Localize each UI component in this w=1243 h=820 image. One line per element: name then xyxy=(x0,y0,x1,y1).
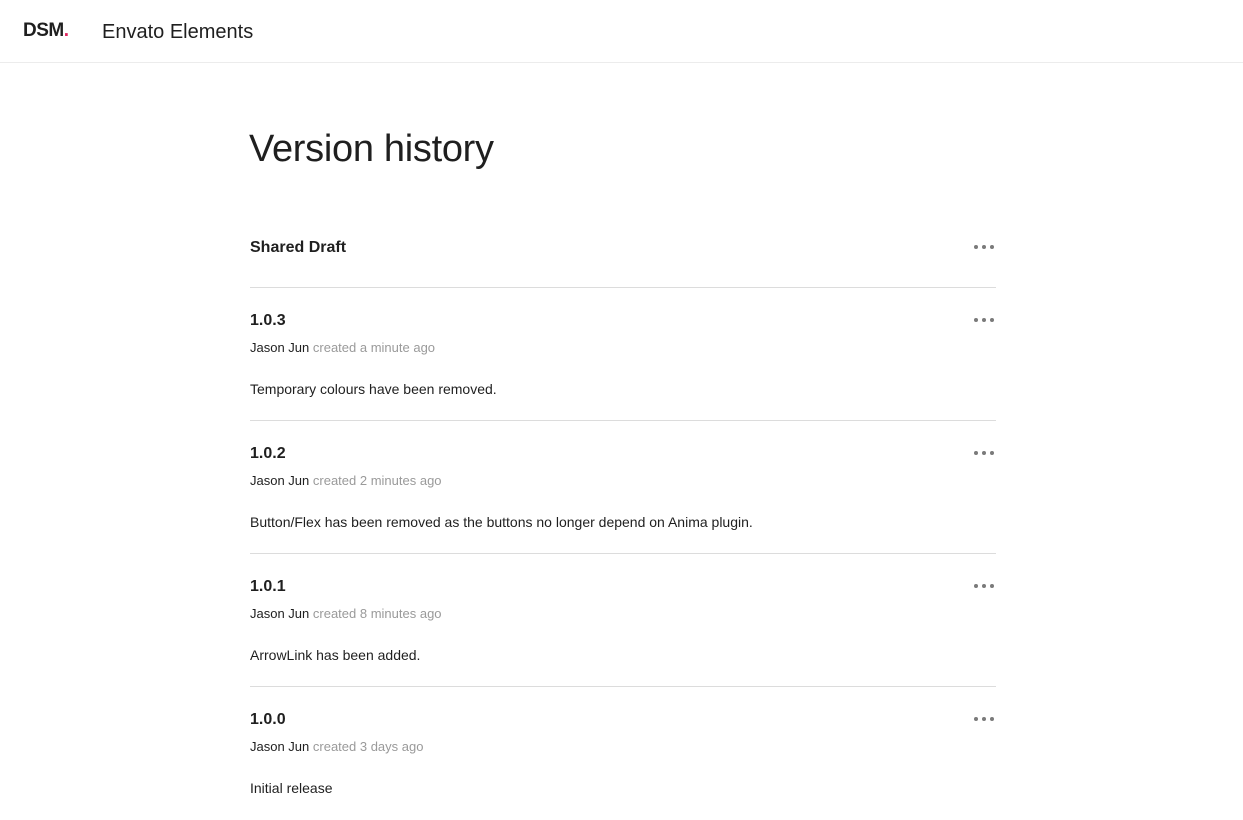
version-number[interactable]: 1.0.2 xyxy=(250,444,286,464)
version-row[interactable]: 1.0.3 Jason Jun created a minute ago Tem… xyxy=(250,288,996,421)
more-horizontal-icon[interactable] xyxy=(974,713,994,725)
version-author: Jason Jun xyxy=(250,606,310,621)
version-author: Jason Jun xyxy=(250,473,310,488)
version-created: created 2 minutes ago xyxy=(312,473,442,488)
version-meta: Jason Jun created a minute ago xyxy=(250,339,435,357)
more-horizontal-icon[interactable] xyxy=(974,314,994,326)
logo-dot: . xyxy=(63,20,69,41)
version-description: Temporary colours have been removed. xyxy=(250,381,497,397)
shared-draft-row[interactable]: Shared Draft xyxy=(250,222,996,288)
shared-draft-title[interactable]: Shared Draft xyxy=(250,238,346,258)
version-number[interactable]: 1.0.0 xyxy=(250,710,286,730)
version-meta: Jason Jun created 2 minutes ago xyxy=(250,472,442,490)
top-bar: DSM. Envato Elements xyxy=(0,0,1243,63)
project-name[interactable]: Envato Elements xyxy=(102,19,253,45)
version-author: Jason Jun xyxy=(250,340,310,355)
version-author: Jason Jun xyxy=(250,739,310,754)
version-created: created a minute ago xyxy=(312,340,436,355)
version-created: created 8 minutes ago xyxy=(312,606,442,621)
version-list: Shared Draft 1.0.3 Jason Jun created a m… xyxy=(250,222,996,820)
version-description: ArrowLink has been added. xyxy=(250,647,421,663)
logo-text: DSM xyxy=(23,20,64,41)
dsm-logo[interactable]: DSM. xyxy=(23,19,69,43)
version-description: Button/Flex has been removed as the butt… xyxy=(250,514,753,530)
version-description: Initial release xyxy=(250,780,333,796)
version-row[interactable]: 1.0.1 Jason Jun created 8 minutes ago Ar… xyxy=(250,554,996,687)
version-created: created 3 days ago xyxy=(312,739,424,754)
more-horizontal-icon[interactable] xyxy=(974,447,994,459)
version-number[interactable]: 1.0.1 xyxy=(250,577,286,597)
version-row[interactable]: 1.0.2 Jason Jun created 2 minutes ago Bu… xyxy=(250,421,996,554)
more-horizontal-icon[interactable] xyxy=(974,580,994,592)
more-horizontal-icon[interactable] xyxy=(974,241,994,253)
version-meta: Jason Jun created 8 minutes ago xyxy=(250,605,442,623)
page-title: Version history xyxy=(249,128,494,170)
version-row[interactable]: 1.0.0 Jason Jun created 3 days ago Initi… xyxy=(250,687,996,820)
version-meta: Jason Jun created 3 days ago xyxy=(250,738,423,756)
version-number[interactable]: 1.0.3 xyxy=(250,311,286,331)
